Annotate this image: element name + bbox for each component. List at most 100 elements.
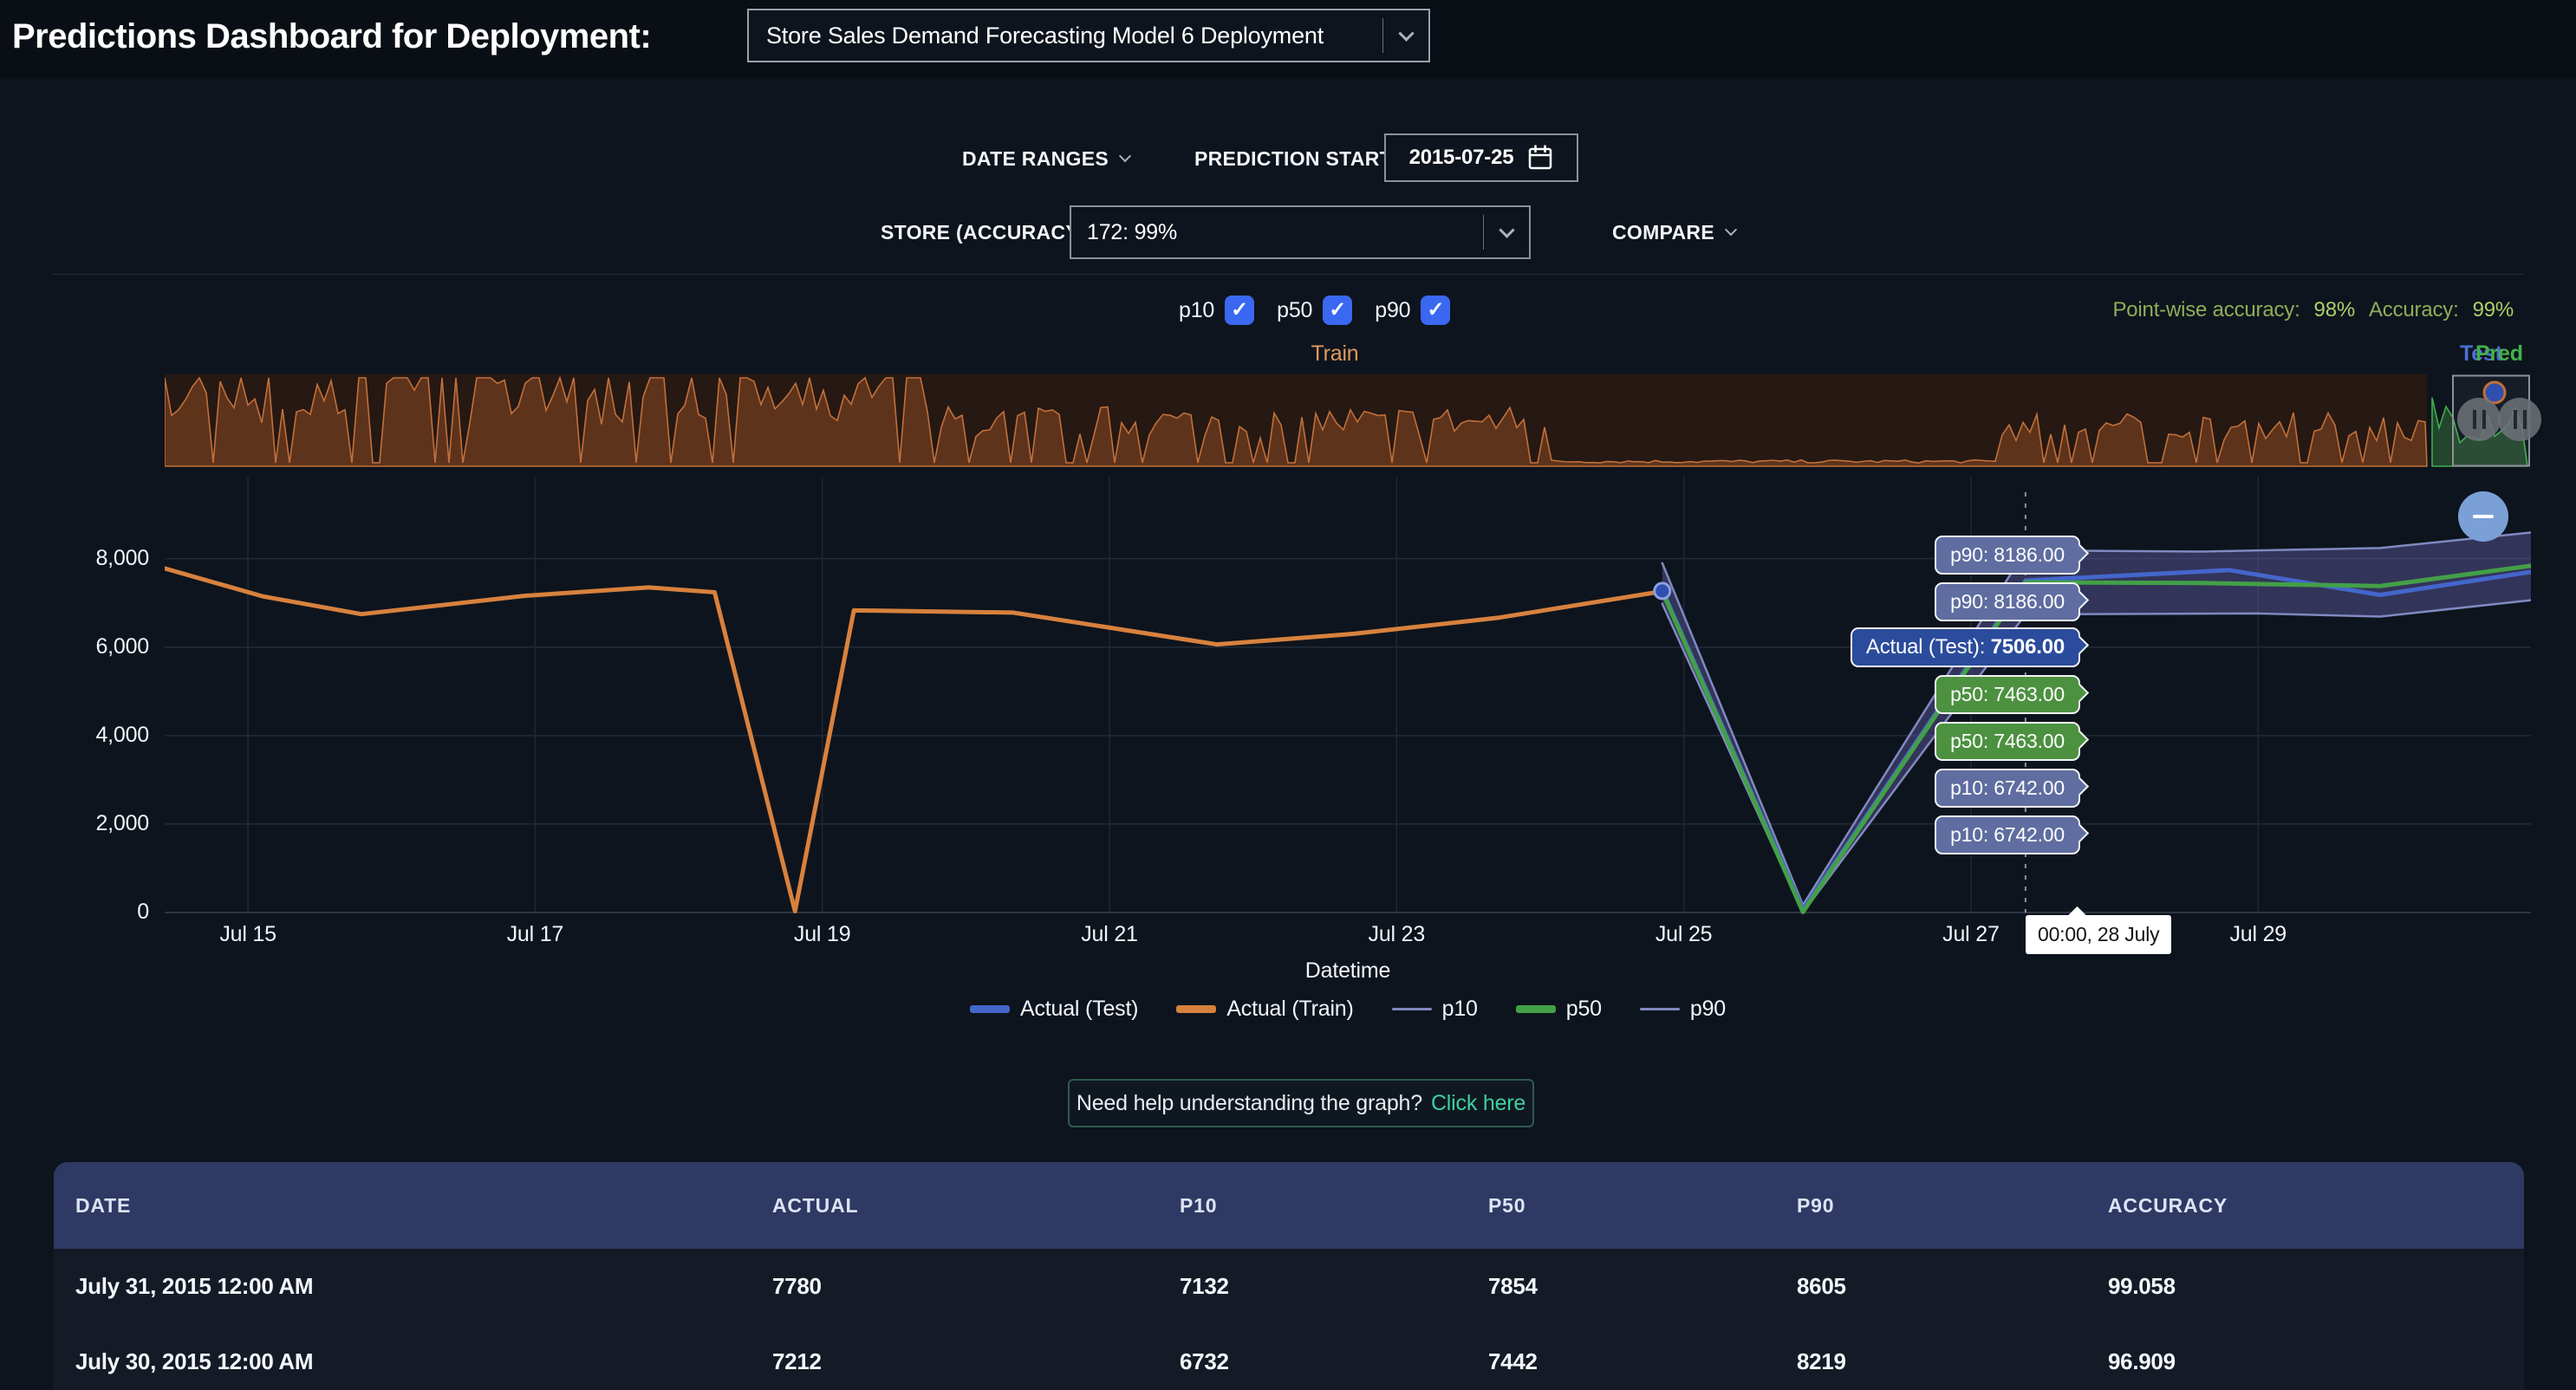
date-ranges-label: DATE RANGES: [962, 147, 1109, 171]
legend-label: p10: [1442, 997, 1478, 1022]
cell-p10: 7132: [1180, 1273, 1488, 1300]
legend-swatch: [1176, 1005, 1216, 1013]
chevron-down-icon: [1725, 224, 1737, 236]
legend-item[interactable]: p50: [1516, 997, 1602, 1022]
store-accuracy-select[interactable]: 172: 99%: [1070, 205, 1531, 259]
x-tick-label: Jul 25: [1615, 922, 1753, 947]
zoom-out-button[interactable]: [2458, 491, 2508, 542]
date-ranges-dropdown[interactable]: DATE RANGES: [962, 135, 1129, 182]
legend-swatch: [1392, 1008, 1432, 1010]
chevron-down-icon[interactable]: [1383, 30, 1428, 42]
prediction-start-date-input[interactable]: 2015-07-25: [1384, 133, 1578, 182]
prediction-start-label: PREDICTION START:: [1194, 135, 1396, 182]
col-accuracy: ACCURACY: [2108, 1194, 2524, 1218]
compare-label: COMPARE: [1612, 221, 1714, 244]
help-link[interactable]: Click here: [1431, 1091, 1525, 1116]
tooltip-p10: p10: 6742.00: [1935, 769, 2080, 808]
prediction-start-value: 2015-07-25: [1409, 146, 1514, 170]
cell-actual: 7212: [772, 1348, 1180, 1375]
legend-swatch: [1516, 1005, 1556, 1013]
calendar-icon: [1527, 144, 1553, 172]
legend-item[interactable]: Actual (Test): [970, 997, 1138, 1022]
navigator-handle-right[interactable]: [2498, 398, 2541, 441]
pointwise-accuracy-value: 98%: [2314, 298, 2355, 322]
hover-date-tooltip: 00:00, 28 July: [2026, 915, 2171, 954]
legend-label: Actual (Train): [1226, 997, 1353, 1022]
x-tick-label: Jul 17: [465, 922, 604, 947]
accuracy-value: 99%: [2473, 298, 2514, 322]
legend-item[interactable]: p90: [1640, 997, 1726, 1022]
predictions-table: DATE ACTUAL P10 P50 P90 ACCURACY July 31…: [54, 1162, 2524, 1390]
minus-icon: [2473, 515, 2494, 518]
tooltip-p10: p10: 6742.00: [1935, 815, 2080, 854]
check-icon: ✓: [1329, 300, 1346, 321]
tooltip-p50: p50: 7463.00: [1935, 675, 2080, 714]
col-p50: P50: [1488, 1194, 1797, 1218]
x-tick-label: Jul 29: [2189, 922, 2327, 947]
series-toggles: p10 ✓ p50 ✓ p90 ✓: [1179, 293, 1450, 328]
col-p10: P10: [1180, 1194, 1488, 1218]
help-text: Need help understanding the graph?: [1077, 1091, 1422, 1116]
navigator-train-label: Train: [1278, 341, 1391, 367]
store-accuracy-value: 172: 99%: [1071, 220, 1483, 245]
y-tick-label: 0: [0, 900, 149, 925]
legend-label: p90: [1690, 997, 1726, 1022]
tooltip-p90: p90: 8186.00: [1935, 582, 2080, 621]
p90-toggle-label: p90: [1375, 298, 1410, 323]
chevron-down-icon[interactable]: [1484, 227, 1529, 238]
store-accuracy-label: STORE (ACCURACY):: [881, 205, 1093, 259]
cell-p10: 6732: [1180, 1348, 1488, 1375]
cell-date: July 30, 2015 12:00 AM: [75, 1348, 772, 1375]
chart-legend: Actual (Test) Actual (Train) p10 p50 p90: [165, 997, 2531, 1022]
pointwise-accuracy-label: Point-wise accuracy:: [2112, 298, 2300, 322]
tooltip-p50: p50: 7463.00: [1935, 722, 2080, 761]
y-tick-label: 8,000: [0, 546, 149, 571]
range-navigator-chart[interactable]: [165, 374, 2531, 468]
table-row[interactable]: July 31, 2015 12:00 AM 7780 7132 7854 86…: [54, 1249, 2524, 1324]
accuracy-label: Accuracy:: [2369, 298, 2459, 322]
cell-accuracy: 96.909: [2108, 1348, 2524, 1375]
y-tick-label: 4,000: [0, 723, 149, 748]
table-row[interactable]: July 30, 2015 12:00 AM 7212 6732 7442 82…: [54, 1324, 2524, 1390]
legend-swatch: [1640, 1008, 1680, 1010]
col-date: DATE: [75, 1194, 772, 1218]
page-title: Predictions Dashboard for Deployment:: [12, 17, 651, 56]
tooltip-p90: p90: 8186.00: [1935, 536, 2080, 575]
legend-swatch: [970, 1005, 1010, 1013]
check-icon: ✓: [1427, 300, 1444, 321]
deployment-select-value: Store Sales Demand Forecasting Model 6 D…: [749, 23, 1382, 49]
p10-checkbox[interactable]: ✓: [1225, 296, 1254, 325]
x-axis-title: Datetime: [165, 958, 2531, 984]
check-icon: ✓: [1231, 300, 1248, 321]
navigator-handle-left[interactable]: [2457, 398, 2501, 441]
compare-dropdown[interactable]: COMPARE: [1612, 205, 1735, 259]
accuracy-metrics: Point-wise accuracy: 98% Accuracy: 99%: [2112, 295, 2514, 326]
help-banner: Need help understanding the graph? Click…: [1068, 1079, 1534, 1127]
tooltip-actual-label: Actual (Test):: [1866, 635, 1985, 659]
x-tick-label: Jul 27: [1902, 922, 2040, 947]
p10-toggle-label: p10: [1179, 298, 1214, 323]
legend-label: Actual (Test): [1020, 997, 1138, 1022]
cell-p50: 7854: [1488, 1273, 1797, 1300]
cell-p90: 8605: [1797, 1273, 2108, 1300]
cell-date: July 31, 2015 12:00 AM: [75, 1273, 772, 1300]
p90-checkbox[interactable]: ✓: [1421, 296, 1450, 325]
legend-label: p50: [1566, 997, 1602, 1022]
x-tick-label: Jul 15: [179, 922, 317, 947]
legend-item[interactable]: Actual (Train): [1176, 997, 1353, 1022]
p50-checkbox[interactable]: ✓: [1323, 296, 1352, 325]
top-bar: Predictions Dashboard for Deployment: St…: [0, 0, 2576, 78]
tooltip-actual-test: Actual (Test): 7506.00: [1851, 627, 2080, 667]
x-tick-label: Jul 19: [753, 922, 892, 947]
chevron-down-icon: [1119, 150, 1131, 162]
deployment-select[interactable]: Store Sales Demand Forecasting Model 6 D…: [747, 9, 1430, 62]
cell-p90: 8219: [1797, 1348, 2108, 1375]
forecast-line-chart[interactable]: [165, 468, 2531, 915]
y-tick-label: 6,000: [0, 634, 149, 659]
tooltip-actual-value: 7506.00: [1991, 635, 2065, 659]
cell-p50: 7442: [1488, 1348, 1797, 1375]
x-tick-label: Jul 23: [1327, 922, 1466, 947]
legend-item[interactable]: p10: [1392, 997, 1478, 1022]
x-tick-label: Jul 21: [1040, 922, 1179, 947]
navigator-pred-label: Pred: [2475, 341, 2523, 367]
